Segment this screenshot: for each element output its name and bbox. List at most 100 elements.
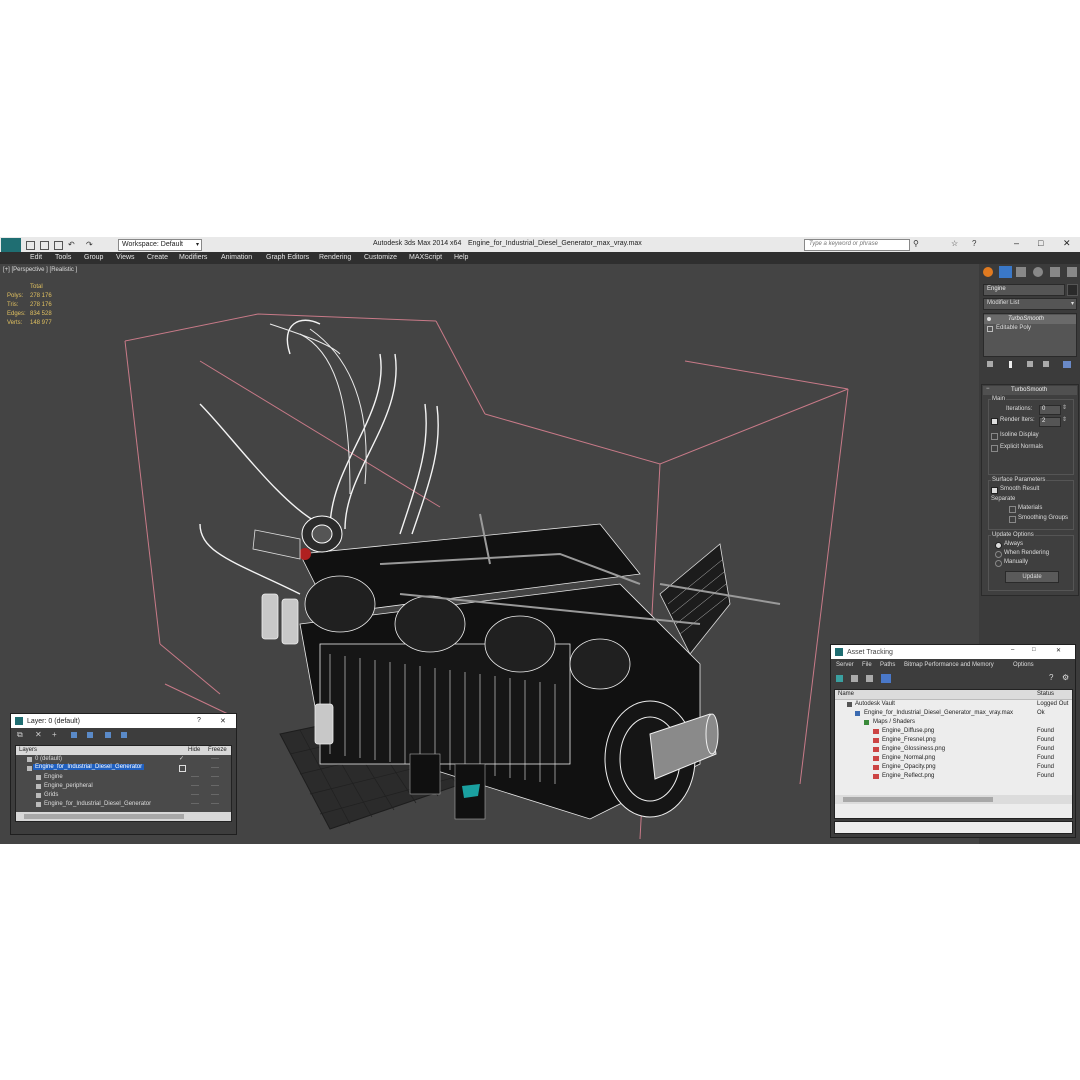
show-end-result-icon[interactable] (1009, 361, 1012, 368)
motion-tab-icon[interactable] (1033, 267, 1043, 277)
close-button[interactable]: ✕ (1056, 647, 1061, 654)
help-icon[interactable]: ? (972, 239, 976, 248)
minimize-button[interactable]: – (1014, 238, 1019, 248)
close-button[interactable]: ✕ (1063, 238, 1071, 249)
maximize-button[interactable]: □ (1038, 238, 1043, 248)
save-file-icon[interactable] (54, 241, 63, 250)
scroll-thumb[interactable] (24, 814, 184, 819)
layer-hide[interactable]: ---- (191, 783, 199, 789)
app-logo-icon[interactable] (1, 238, 21, 252)
layer-freeze[interactable]: ---- (211, 792, 219, 798)
hide-all-icon[interactable] (105, 732, 111, 738)
menu-views[interactable]: Views (116, 254, 135, 261)
asset-row[interactable]: Engine_Glossiness.png Found (835, 745, 1072, 754)
column-status[interactable]: Status (1037, 691, 1054, 697)
explicit-normals-checkbox[interactable] (991, 445, 998, 452)
asset-path-field[interactable] (834, 821, 1073, 834)
delete-layer-icon[interactable]: ✕ (35, 730, 42, 739)
stack-item-editable-poly[interactable]: Editable Poly (984, 324, 1076, 333)
menu-help[interactable]: Help (454, 254, 468, 261)
menu-file[interactable]: File (862, 662, 872, 668)
layer-hide[interactable] (179, 765, 186, 772)
maximize-button[interactable]: □ (1032, 647, 1036, 653)
minimize-button[interactable]: – (1011, 647, 1014, 653)
menu-graph-editors[interactable]: Graph Editors (266, 254, 309, 261)
star-icon[interactable]: ☆ (951, 239, 958, 248)
layer-row[interactable]: Engine_for_Industrial_Diesel_Generator -… (16, 800, 231, 809)
menu-bitmap-performance[interactable]: Bitmap Performance and Memory (904, 662, 994, 668)
menu-rendering[interactable]: Rendering (319, 254, 351, 261)
add-to-layer-icon[interactable]: + (52, 730, 57, 739)
configure-sets-icon[interactable] (1063, 361, 1071, 368)
horizontal-scrollbar[interactable] (16, 812, 231, 821)
scroll-thumb[interactable] (843, 797, 993, 802)
layer-hide[interactable]: ---- (191, 774, 199, 780)
menu-tools[interactable]: Tools (55, 254, 71, 261)
create-tab-icon[interactable] (983, 267, 993, 277)
help-icon[interactable]: ? (1049, 673, 1053, 682)
new-file-icon[interactable] (26, 241, 35, 250)
spinner-arrows-icon[interactable]: ⇕ (1062, 416, 1067, 423)
undo-icon[interactable]: ↶ (68, 240, 75, 249)
column-name[interactable]: Name (838, 691, 854, 697)
refresh-icon[interactable] (836, 675, 843, 682)
lightbulb-icon[interactable] (987, 317, 991, 321)
render-iters-spinner[interactable]: 2 (1039, 417, 1061, 427)
materials-checkbox[interactable] (1009, 506, 1016, 513)
iterations-spinner[interactable]: 0 (1039, 405, 1061, 415)
asset-row[interactable]: Engine_Fresnel.png Found (835, 736, 1072, 745)
open-file-icon[interactable] (40, 241, 49, 250)
modify-tab-icon[interactable] (999, 266, 1012, 278)
isoline-display-checkbox[interactable] (991, 433, 998, 440)
asset-row[interactable]: Autodesk Vault Logged Out (835, 700, 1072, 709)
asset-row[interactable]: Engine_Opacity.png Found (835, 763, 1072, 772)
layer-freeze[interactable]: ---- (211, 801, 219, 807)
asset-row[interactable]: Engine_for_Industrial_Diesel_Generator_m… (835, 709, 1072, 718)
object-name-field[interactable]: Engine (983, 284, 1065, 296)
layer-hide[interactable]: ---- (191, 801, 199, 807)
tree-view-icon[interactable] (881, 674, 891, 683)
layer-freeze[interactable]: ---- (211, 765, 219, 771)
column-freeze[interactable]: Freeze (208, 747, 227, 753)
create-layer-icon[interactable]: ⧉ (17, 730, 23, 740)
layer-freeze[interactable]: ---- (211, 774, 219, 780)
stack-item-turbosmooth[interactable]: TurboSmooth (984, 315, 1076, 324)
menu-create[interactable]: Create (147, 254, 168, 261)
horizontal-scrollbar[interactable] (835, 795, 1072, 804)
settings-icon[interactable]: ⚙ (1062, 673, 1069, 682)
table-view-icon[interactable] (866, 675, 873, 682)
list-view-icon[interactable] (851, 675, 858, 682)
asset-window-titlebar[interactable]: Asset Tracking – □ ✕ (831, 645, 1075, 659)
column-layers[interactable]: Layers (19, 747, 37, 753)
spinner-arrows-icon[interactable]: ⇕ (1062, 404, 1067, 411)
expand-icon[interactable] (987, 326, 993, 332)
make-unique-icon[interactable] (1027, 361, 1033, 367)
layer-window-titlebar[interactable]: Layer: 0 (default) ? ✕ (11, 714, 236, 728)
display-tab-icon[interactable] (1050, 267, 1060, 277)
layer-row[interactable]: 0 (default) ✓ ---- (16, 755, 231, 764)
when-rendering-radio[interactable] (995, 551, 1002, 558)
render-iters-checkbox[interactable] (991, 418, 998, 425)
help-button[interactable]: ? (197, 717, 201, 724)
workspace-dropdown[interactable]: Workspace: Default ▾ (118, 239, 202, 251)
pin-stack-icon[interactable] (987, 361, 993, 367)
remove-modifier-icon[interactable] (1043, 361, 1049, 367)
menu-animation[interactable]: Animation (221, 254, 252, 261)
column-hide[interactable]: Hide (188, 747, 200, 753)
asset-row[interactable]: Engine_Reflect.png Found (835, 772, 1072, 781)
menu-edit[interactable]: Edit (30, 254, 42, 261)
asset-row[interactable]: Engine_Diffuse.png Found (835, 727, 1072, 736)
utilities-tab-icon[interactable] (1067, 267, 1077, 277)
layer-row-selected[interactable]: Engine_for_Industrial_Diesel_Generator -… (16, 764, 231, 773)
highlight-layer-icon[interactable] (87, 732, 93, 738)
layer-freeze[interactable]: ---- (211, 783, 219, 789)
menu-server[interactable]: Server (836, 662, 854, 668)
update-button[interactable]: Update (1005, 571, 1059, 583)
smoothing-groups-checkbox[interactable] (1009, 516, 1016, 523)
freeze-all-icon[interactable] (121, 732, 127, 738)
redo-icon[interactable]: ↷ (86, 240, 93, 249)
menu-maxscript[interactable]: MAXScript (409, 254, 442, 261)
object-color-swatch[interactable] (1067, 284, 1078, 296)
asset-row[interactable]: Engine_Normal.png Found (835, 754, 1072, 763)
layer-row[interactable]: Engine ---- ---- (16, 773, 231, 782)
